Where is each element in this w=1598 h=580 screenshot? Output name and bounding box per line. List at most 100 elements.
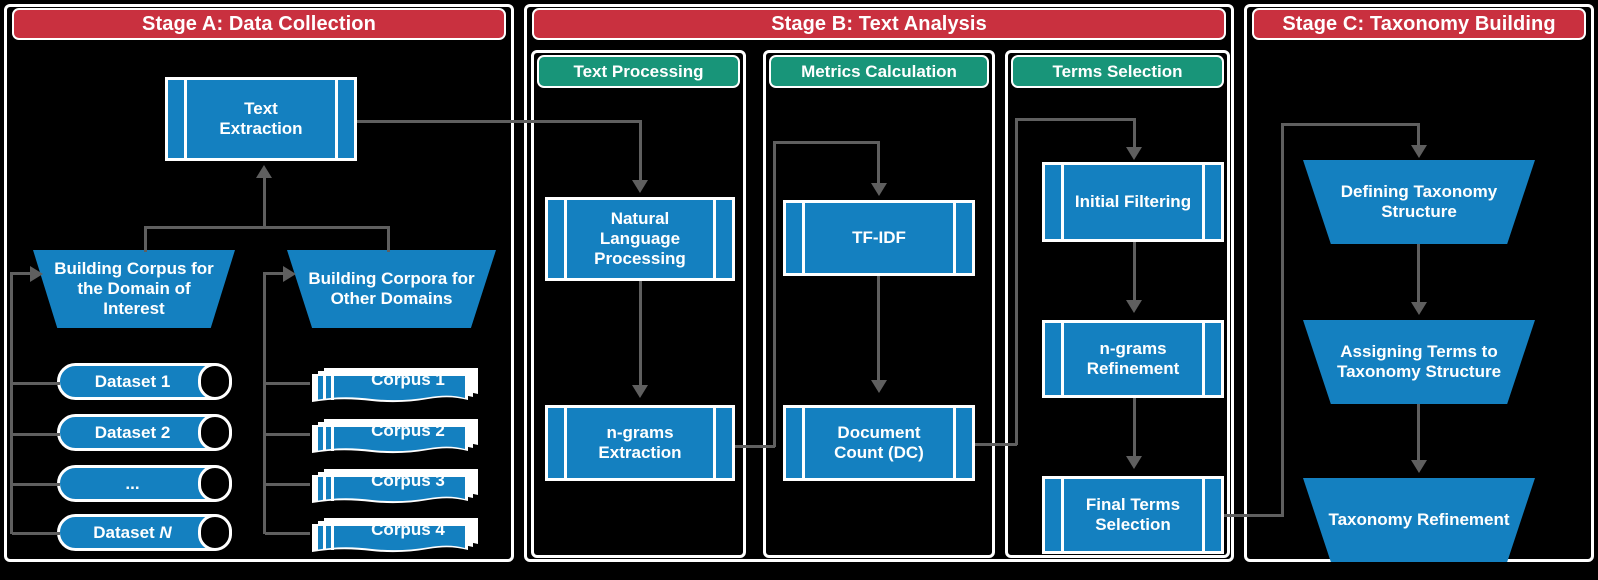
connector-tfidf-to-document-count — [877, 276, 880, 380]
connector-corpus-1-branch — [265, 382, 310, 385]
predefined-process-shape: n-grams Extraction — [545, 405, 735, 481]
manual-operation-shape: Assigning Terms to Taxonomy Structure — [1303, 320, 1535, 404]
predefined-process-shape: n-grams Refinement — [1042, 320, 1224, 398]
connector-merge-horizontal — [144, 226, 390, 229]
node-assigning-terms-to-taxonomy-structure[interactable]: Assigning Terms to Taxonomy Structure — [1303, 320, 1535, 404]
arrowhead-to-ngrams-extraction — [632, 385, 648, 398]
predefined-process-shape: Natural Language Processing — [545, 197, 735, 281]
manual-operation-shape: Defining Taxonomy Structure — [1303, 160, 1535, 244]
predefined-process-shape: Document Count (DC) — [783, 405, 975, 481]
connector-corpora-bus-vertical — [263, 272, 266, 534]
node-initial-filtering[interactable]: Initial Filtering — [1042, 162, 1224, 242]
stage-title-b: Stage B: Text Analysis — [532, 8, 1226, 40]
node-corpus-3[interactable]: Corpus 3 — [310, 466, 480, 504]
arrowhead-to-initial-filtering — [1126, 147, 1142, 160]
node-label: Corpus 1 — [371, 370, 445, 389]
node-dataset-ellipsis[interactable]: ... — [57, 465, 232, 502]
node-label: Text Extraction — [219, 98, 303, 138]
node-building-corpus-domain-of-interest[interactable]: Building Corpus for the Domain of Intere… — [33, 250, 235, 328]
node-label: Natural Language Processing — [594, 208, 686, 269]
node-label: Corpus 3 — [371, 471, 445, 490]
arrowhead-to-building-corpus — [30, 266, 43, 282]
connector-corpus-2-branch — [265, 433, 310, 436]
node-dataset-n[interactable]: Dataset N — [57, 514, 232, 551]
node-dataset-2[interactable]: Dataset 2 — [57, 414, 232, 451]
node-ngrams-refinement[interactable]: n-grams Refinement — [1042, 320, 1224, 398]
connector-into-defining-taxonomy — [1417, 123, 1420, 145]
node-label: Taxonomy Refinement — [1328, 509, 1510, 529]
connector-defining-to-assigning — [1417, 244, 1420, 302]
connector-building-corpus-up — [144, 226, 147, 252]
arrowhead-to-text-extraction — [256, 165, 272, 178]
node-final-terms-selection[interactable]: Final Terms Selection — [1042, 476, 1224, 554]
connector-corpus-4-branch — [265, 532, 310, 535]
node-label: n-grams Extraction — [598, 422, 682, 462]
connector-ngrams-to-tfidf-top — [773, 141, 879, 144]
arrowhead-to-document-count — [871, 380, 887, 393]
connector-final-terms-out — [1224, 514, 1284, 517]
node-label: Building Corpus for the Domain of Intere… — [54, 258, 214, 319]
node-corpus-2[interactable]: Corpus 2 — [310, 416, 480, 454]
cylinder-cap — [198, 465, 232, 502]
node-label: Document Count (DC) — [834, 422, 924, 462]
database-shape: ... — [57, 465, 232, 502]
connector-ngrams-riser — [773, 141, 776, 447]
connector-document-count-out — [975, 443, 1017, 446]
stage-title-c: Stage C: Taxonomy Building — [1252, 8, 1586, 40]
diagram-canvas: Stage A: Data Collection Text Extraction… — [0, 0, 1598, 580]
connector-stage-c-riser — [1281, 123, 1284, 516]
arrowhead-to-building-corpora — [283, 266, 296, 282]
node-text-extraction[interactable]: Text Extraction — [165, 77, 357, 161]
node-label: Dataset N — [93, 522, 172, 542]
cylinder-cap — [198, 363, 232, 400]
connector-nlp-to-ngrams — [639, 281, 642, 385]
node-label: TF-IDF — [852, 227, 906, 247]
connector-building-corpora-up — [387, 226, 390, 252]
node-tf-idf[interactable]: TF-IDF — [783, 200, 975, 276]
node-label: Dataset 1 — [94, 371, 171, 391]
node-label: Corpus 4 — [371, 520, 445, 539]
node-natural-language-processing[interactable]: Natural Language Processing — [545, 197, 735, 281]
node-label: n-grams Refinement — [1086, 338, 1180, 378]
connector-datasets-bus-vertical — [10, 272, 13, 534]
predefined-process-shape: Initial Filtering — [1042, 162, 1224, 242]
connector-initial-filtering-to-refinement — [1133, 242, 1136, 300]
node-label: ... — [125, 473, 140, 493]
connector-refinement-to-final-terms — [1133, 398, 1136, 456]
node-label: Dataset 2 — [94, 422, 171, 442]
connector-dataset-n-branch — [12, 532, 60, 535]
arrowhead-to-nlp — [632, 180, 648, 193]
arrowhead-to-final-terms-selection — [1126, 456, 1142, 469]
predefined-process-shape: TF-IDF — [783, 200, 975, 276]
node-taxonomy-refinement[interactable]: Taxonomy Refinement — [1303, 478, 1535, 562]
predefined-process-shape: Text Extraction — [165, 77, 357, 161]
arrowhead-to-taxonomy-refinement — [1411, 460, 1427, 473]
connector-to-nlp-vertical — [639, 120, 642, 180]
node-corpus-4[interactable]: Corpus 4 — [310, 515, 480, 553]
node-defining-taxonomy-structure[interactable]: Defining Taxonomy Structure — [1303, 160, 1535, 244]
node-label: Initial Filtering — [1074, 191, 1192, 211]
connector-into-initial-filtering — [1133, 118, 1136, 147]
connector-text-extraction-out — [357, 120, 642, 123]
predefined-process-shape: Final Terms Selection — [1042, 476, 1224, 554]
node-dataset-1[interactable]: Dataset 1 — [57, 363, 232, 400]
database-shape: Dataset 1 — [57, 363, 232, 400]
node-document-count[interactable]: Document Count (DC) — [783, 405, 975, 481]
node-label: Corpus 2 — [371, 421, 445, 440]
node-label: Assigning Terms to Taxonomy Structure — [1336, 341, 1502, 381]
connector-corpus-3-branch — [265, 483, 310, 486]
substage-title-terms-selection: Terms Selection — [1011, 55, 1224, 88]
node-corpus-1[interactable]: Corpus 1 — [310, 365, 480, 403]
node-building-corpora-other-domains[interactable]: Building Corpora for Other Domains — [287, 250, 496, 328]
database-shape: Dataset N — [57, 514, 232, 551]
node-label: Final Terms Selection — [1085, 494, 1181, 534]
connector-ngrams-out — [735, 445, 775, 448]
connector-corpora-to-building-corpora — [263, 272, 283, 275]
manual-operation-shape: Building Corpus for the Domain of Intere… — [33, 250, 235, 328]
substage-title-text-processing: Text Processing — [537, 55, 740, 88]
node-ngrams-extraction[interactable]: n-grams Extraction — [545, 405, 735, 481]
substage-title-metrics-calculation: Metrics Calculation — [769, 55, 989, 88]
connector-datasets-to-building-corpus — [10, 272, 30, 275]
connector-dc-to-initial-filtering-top — [1015, 118, 1135, 121]
cylinder-cap — [198, 514, 232, 551]
